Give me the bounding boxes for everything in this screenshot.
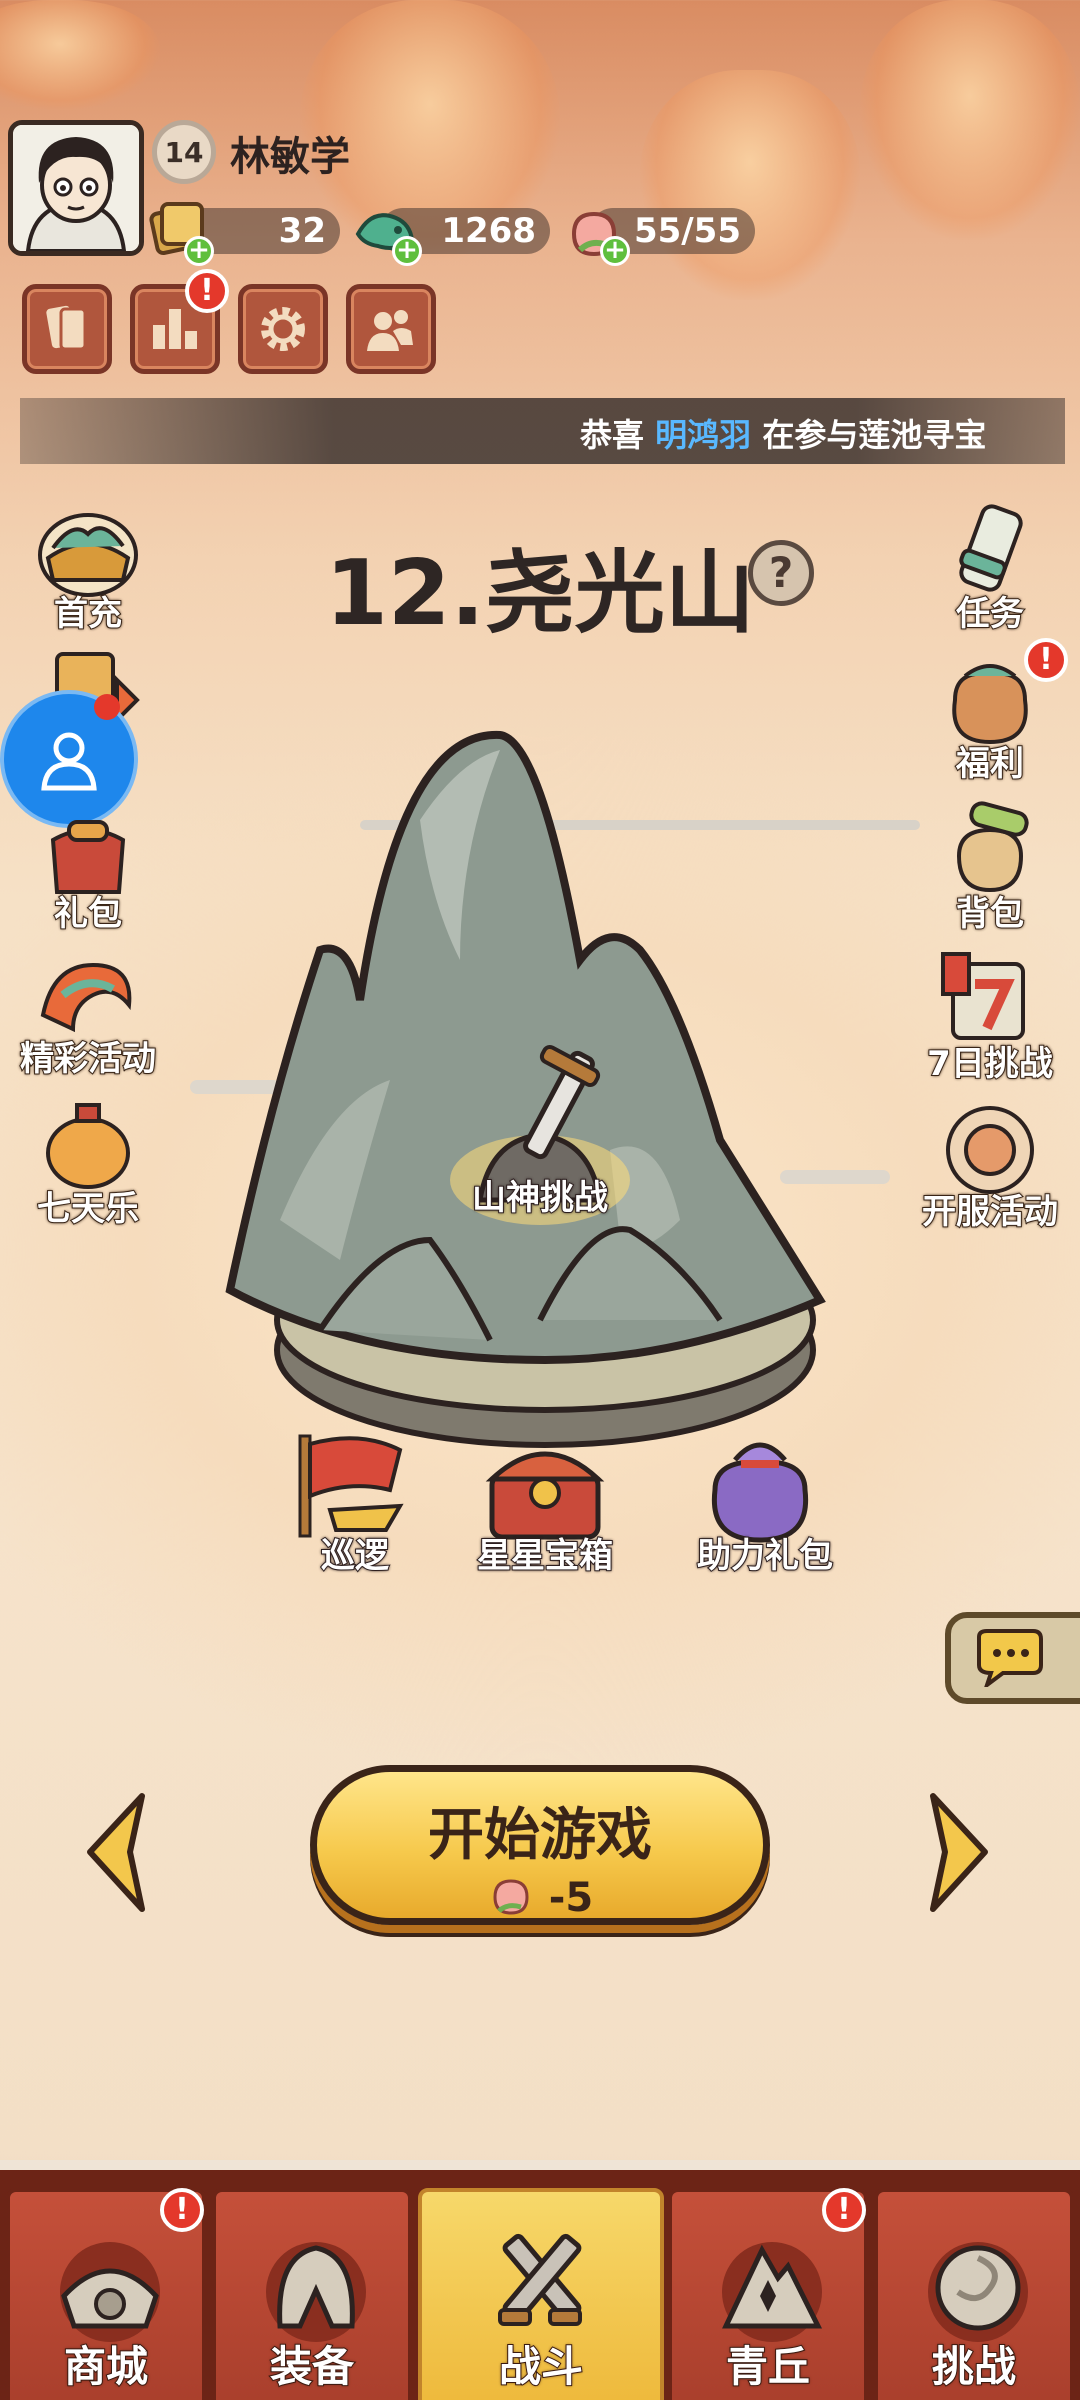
right-menu-welfare[interactable]: 福利 ! xyxy=(920,638,1068,785)
scroll-icon xyxy=(935,500,1045,600)
jade-value: 1268 xyxy=(441,211,536,251)
settings-button[interactable] xyxy=(238,284,328,374)
dragon-icon xyxy=(33,945,143,1045)
crossed-swords-icon xyxy=(498,2233,582,2326)
nav-challenge[interactable]: 挑战 xyxy=(874,2188,1074,2400)
right-menu-server-events[interactable]: 开服活动 xyxy=(920,1098,1060,1233)
server-event-icon xyxy=(935,1098,1045,1198)
cards-icon xyxy=(46,305,87,351)
mountain-peak-icon xyxy=(722,2242,823,2342)
tasks-label: 任务 xyxy=(955,593,1025,635)
patrol-flag-icon xyxy=(298,1434,404,1538)
player-name: 林敏学 xyxy=(230,134,350,180)
welfare-label: 福利 xyxy=(955,743,1025,785)
stamina-add-icon[interactable]: + xyxy=(600,236,630,266)
jade-add-icon[interactable]: + xyxy=(392,236,422,266)
ranking-button[interactable]: ! xyxy=(130,269,229,374)
chevron-left-icon xyxy=(87,1793,145,1912)
player-avatar[interactable] xyxy=(8,120,144,256)
vortex-orb-icon xyxy=(928,2242,1028,2342)
cards-button[interactable] xyxy=(22,284,112,374)
events-label: 精彩活动 xyxy=(19,1038,157,1080)
backpack-gourd-icon xyxy=(935,800,1045,900)
welfare-alert-badge: ! xyxy=(1024,638,1068,682)
assistant-notification-dot xyxy=(94,694,120,720)
gear-icon xyxy=(261,307,305,351)
ranking-alert-badge: ! xyxy=(185,269,229,313)
ticker-prefix: 恭喜 xyxy=(580,416,656,454)
chat-button[interactable] xyxy=(945,1612,1080,1704)
news-ticker: 恭喜 明鸿羽 在参与莲池寻宝 xyxy=(20,398,1065,464)
right-menu-7day-challenge[interactable]: 7日挑战 xyxy=(920,950,1060,1085)
left-menu-gift-pack[interactable]: 礼包 xyxy=(18,800,158,935)
left-menu-first-recharge[interactable]: 首充 xyxy=(18,500,158,635)
backpack-label: 背包 xyxy=(955,893,1025,935)
jade-fish-icon[interactable]: + xyxy=(352,200,422,266)
nav-equipment-label: 装备 xyxy=(269,2341,355,2392)
previous-stage-arrow[interactable] xyxy=(80,1790,150,1915)
user-icon xyxy=(41,732,97,791)
friends-icon xyxy=(367,310,413,351)
nav-battle[interactable]: 战斗 xyxy=(418,2188,664,2400)
tickets-add-icon[interactable]: + xyxy=(184,236,214,266)
gift-pack-label: 礼包 xyxy=(53,893,123,935)
nav-challenge-label: 挑战 xyxy=(931,2341,1017,2392)
ticker-suffix: 在参与莲池寻宝 xyxy=(751,416,987,454)
player-level: 14 xyxy=(164,135,204,169)
first-recharge-icon xyxy=(33,500,143,600)
bottom-navigation: ! 商城 装备 战斗 ! 青丘 挑战 xyxy=(0,2160,1080,2400)
shop-alert-badge: ! xyxy=(160,2188,204,2232)
stage-help-icon[interactable]: ? xyxy=(748,540,814,606)
calendar-seven-icon xyxy=(935,950,1045,1050)
qingqiu-alert-badge: ! xyxy=(822,2188,866,2232)
helmet-icon xyxy=(266,2242,366,2342)
player-level-badge: 14 xyxy=(152,120,216,184)
start-game-label: 开始游戏 xyxy=(428,1803,652,1868)
start-cost-value: -5 xyxy=(548,1875,594,1921)
seven-days-label: 七天乐 xyxy=(36,1188,140,1230)
nav-battle-label: 战斗 xyxy=(498,2341,584,2392)
tickets-value: 32 xyxy=(278,211,326,251)
stamina-value: 55/55 xyxy=(633,211,741,251)
lantern-icon xyxy=(33,1095,143,1195)
stage-title: 12.尧光山 xyxy=(325,541,755,646)
tickets-icon[interactable]: + xyxy=(146,200,214,266)
gift-bag-icon xyxy=(33,800,143,900)
nav-shop-label: 商城 xyxy=(63,2341,149,2392)
right-menu-tasks[interactable]: 任务 xyxy=(920,500,1060,635)
left-menu-events[interactable]: 精彩活动 xyxy=(18,945,158,1080)
chevron-right-icon xyxy=(930,1793,988,1912)
boss-challenge-label: 山神挑战 xyxy=(471,1177,609,1219)
nav-equipment[interactable]: 装备 xyxy=(212,2188,412,2400)
start-cost: -5 xyxy=(317,1875,763,1921)
patrol-label: 巡逻 xyxy=(320,1535,390,1577)
right-menu-backpack[interactable]: 背包 xyxy=(920,800,1060,935)
nav-qingqiu[interactable]: ! 青丘 xyxy=(668,2188,868,2400)
peach-cost-icon xyxy=(493,1879,529,1915)
next-stage-arrow[interactable] xyxy=(925,1790,995,1915)
assist-gift-label: 助力礼包 xyxy=(696,1535,834,1577)
patrol-button[interactable] xyxy=(290,1430,420,1540)
nav-shop[interactable]: ! 商城 xyxy=(6,2188,206,2400)
first-recharge-label: 首充 xyxy=(53,593,123,635)
nav-qingqiu-label: 青丘 xyxy=(725,2341,811,2392)
peach-icon[interactable]: + xyxy=(560,200,630,266)
7day-challenge-label: 7日挑战 xyxy=(926,1043,1054,1085)
start-game-button[interactable]: 开始游戏 -5 xyxy=(310,1765,770,1925)
server-events-label: 开服活动 xyxy=(921,1191,1059,1233)
chat-bubble-icon xyxy=(977,1629,1043,1687)
ticker-player-name[interactable]: 明鸿羽 xyxy=(655,416,751,454)
left-menu-seven-days[interactable]: 七天乐 xyxy=(18,1095,158,1230)
shop-icon xyxy=(60,2242,160,2342)
star-chest-label: 星星宝箱 xyxy=(476,1535,614,1577)
friends-button[interactable] xyxy=(346,284,436,374)
